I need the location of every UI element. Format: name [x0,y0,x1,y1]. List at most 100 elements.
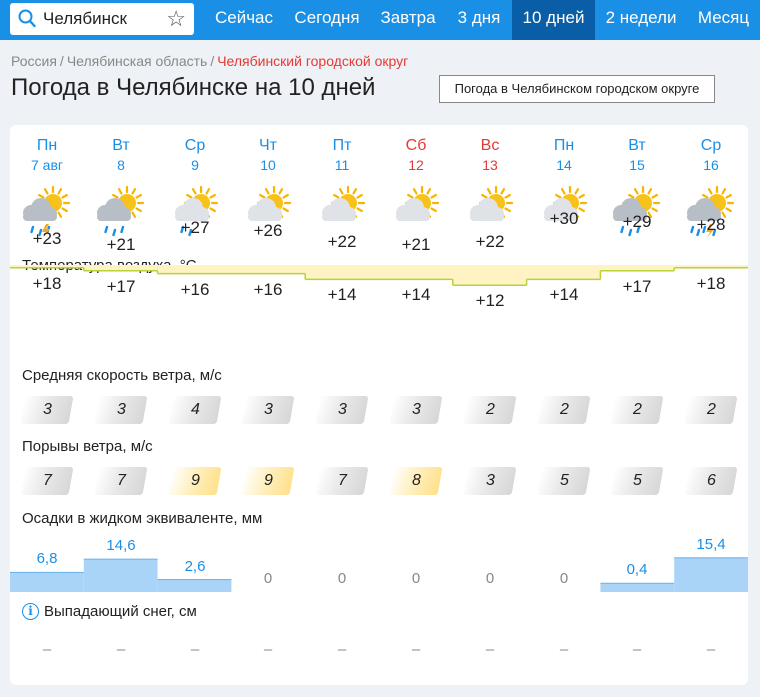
temperature-band [526,265,601,280]
snow-value: – [485,641,495,658]
wind-speed: 3 [94,396,148,424]
day-name: Ср [184,137,206,154]
nav-now[interactable]: Сейчас [204,0,284,40]
wind-gust: 9 [241,467,295,495]
min-temperature: +18 [32,273,62,293]
wind-gust: 5 [537,467,591,495]
snow-value: – [190,641,200,658]
day-date: 13 [482,157,498,173]
precipitation-bar [157,579,232,592]
wind-gust: 7 [94,467,148,495]
page-title: Погода в Челябинске на 10 дней [11,74,376,101]
breadcrumb-current[interactable]: Челябинский городской округ [217,53,408,69]
min-temperature: +17 [622,276,652,296]
breadcrumb-russia[interactable]: Россия [11,53,57,69]
min-temperature: +18 [696,273,726,293]
day-date: 12 [408,157,424,173]
wind-speed: 4 [168,396,222,424]
day-date: 7 авг [30,157,63,173]
snow-value: – [116,641,126,658]
max-temperature: +30 [549,209,579,228]
wind-gust: 5 [610,467,664,495]
snow-value: – [559,641,569,658]
wind-speed: 3 [20,396,74,424]
min-temperature: +14 [401,285,431,305]
section-snow: Выпадающий снег, см [44,603,197,620]
day-name: Пн [36,137,58,154]
nav-10-days[interactable]: 10 дней [512,0,595,40]
wind-gust: 9 [168,467,222,495]
temperature-band [231,265,306,274]
day-date: 14 [556,157,572,173]
temperature-band [452,265,527,286]
wind-gust: 7 [315,467,369,495]
search-box[interactable]: Челябинск ☆ [10,3,194,35]
day-name: Пт [332,137,352,154]
wind-speed: 3 [389,396,443,424]
wind-gust: 8 [389,467,443,495]
wind-speed: 2 [463,396,517,424]
nav-month[interactable]: Месяц [687,0,760,40]
day-name: Вт [628,137,646,154]
day-date: 9 [191,157,199,173]
day-column[interactable]: Пн 14 [527,125,601,255]
min-temperature: +16 [180,279,210,299]
max-temperature: +21 [106,235,136,255]
temperature-band [305,265,379,280]
snow-value: – [263,641,273,658]
precipitation-value: 0 [411,570,421,587]
wind-speed: 2 [684,396,738,424]
precipitation-value: 0 [559,570,569,587]
info-icon[interactable]: i [22,603,39,620]
wind-gust: 7 [20,467,74,495]
day-column[interactable]: Ср 16 [674,125,748,255]
max-temperature: +27 [180,217,210,237]
precipitation-value: 14,6 [106,537,136,555]
top-navigation-bar: Челябинск ☆ Сейчас Сегодня Завтра 3 дня … [0,0,760,40]
precipitation-bar [600,583,675,592]
day-name: Вт [112,137,130,154]
max-temperature: +28 [696,214,726,234]
min-temperature: +14 [549,285,579,305]
search-input[interactable]: Челябинск [43,9,127,29]
breadcrumb-region[interactable]: Челябинская область [67,53,208,69]
max-temperature: +29 [622,211,652,231]
temperature-band [157,265,232,274]
snow-value: – [411,641,421,658]
wind-speed: 2 [537,396,591,424]
precipitation-bar [674,557,748,592]
max-temperature: +23 [32,229,62,249]
precipitation-value: 2,6 [184,557,206,575]
breadcrumb: Россия / Челябинская область / Челябинский г… [11,53,409,69]
snow-value: – [632,641,642,658]
district-weather-button[interactable]: Погода в Челябинском городском округе [439,75,715,103]
min-temperature: +12 [475,291,505,311]
section-wind: Средняя скорость ветра, м/с [22,367,222,384]
day-name: Чт [259,137,277,154]
nav-2-weeks[interactable]: 2 недели [595,0,687,40]
precipitation-value: 0 [263,570,273,587]
favorite-star-icon[interactable]: ☆ [166,6,186,32]
day-date: 16 [703,157,719,173]
snow-value: – [706,641,716,658]
search-icon [18,9,36,28]
temperature-band [600,265,675,271]
precipitation-bar [83,559,158,592]
day-name: Сб [405,137,427,154]
nav-3-days[interactable]: 3 дня [446,0,512,40]
nav-tomorrow[interactable]: Завтра [370,0,446,40]
forecast-card: Температура воздуха, °C Средняя скорость… [10,125,748,685]
day-column[interactable]: Вт 15 [600,125,674,255]
precipitation-value: 6,8 [36,550,58,568]
wind-speed: 3 [315,396,369,424]
snow-value: – [337,641,347,658]
max-temperature: +21 [401,235,431,255]
max-temperature: +26 [253,220,283,240]
min-temperature: +16 [253,279,283,299]
day-name: Вс [480,137,500,154]
day-name: Пн [553,137,575,154]
precipitation-value: 0 [485,570,495,587]
day-date: 15 [629,157,645,173]
nav-today[interactable]: Сегодня [284,0,370,40]
day-date: 8 [117,157,125,173]
